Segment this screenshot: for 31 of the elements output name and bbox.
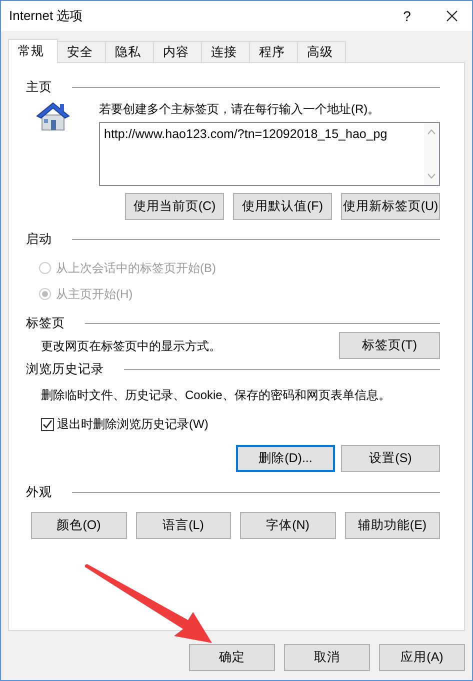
- section-heading: 外观: [26, 484, 52, 500]
- button[interactable]: 辅助功能(E): [344, 512, 440, 539]
- button[interactable]: 删除(D)...: [236, 445, 335, 472]
- checkbox-label[interactable]: 退出时删除浏览历史记录(W): [57, 416, 208, 432]
- scroll-up-icon[interactable]: [427, 129, 436, 135]
- button[interactable]: 颜色(O): [31, 512, 126, 539]
- description-text: 更改网页在标签页中的显示方式。: [41, 338, 221, 355]
- button[interactable]: 取消: [284, 644, 370, 671]
- button[interactable]: 标签页(T): [339, 332, 440, 359]
- scroll-down-icon[interactable]: [427, 173, 436, 179]
- window-title: Internet 选项: [9, 7, 84, 25]
- section-heading: 启动: [26, 230, 52, 248]
- button[interactable]: 使用当前页(C): [125, 193, 224, 220]
- checkbox[interactable]: [41, 418, 54, 430]
- close-icon[interactable]: [446, 10, 458, 22]
- section-heading: 浏览历史记录: [26, 360, 104, 378]
- description-text: 删除临时文件、历史记录、Cookie、保存的密码和网页表单信息。: [40, 387, 392, 404]
- button[interactable]: 字体(N): [240, 512, 336, 539]
- tab[interactable]: 常规: [8, 39, 58, 63]
- button[interactable]: 使用默认值(F): [233, 193, 332, 220]
- help-button[interactable]: ?: [392, 8, 422, 24]
- button[interactable]: 设置(S): [341, 445, 440, 472]
- button[interactable]: 应用(A): [379, 644, 465, 671]
- button[interactable]: 语言(L): [136, 512, 231, 539]
- button[interactable]: 确定: [189, 644, 275, 671]
- section-heading: 标签页: [26, 314, 65, 332]
- section-heading: 主页: [26, 78, 52, 96]
- house-icon: [36, 101, 70, 131]
- button[interactable]: 使用新标签页(U): [341, 193, 440, 220]
- hint-text: 若要创建多个主标签页，请在每行输入一个地址(R)。: [99, 101, 381, 118]
- tab[interactable]: 高级: [297, 41, 346, 62]
